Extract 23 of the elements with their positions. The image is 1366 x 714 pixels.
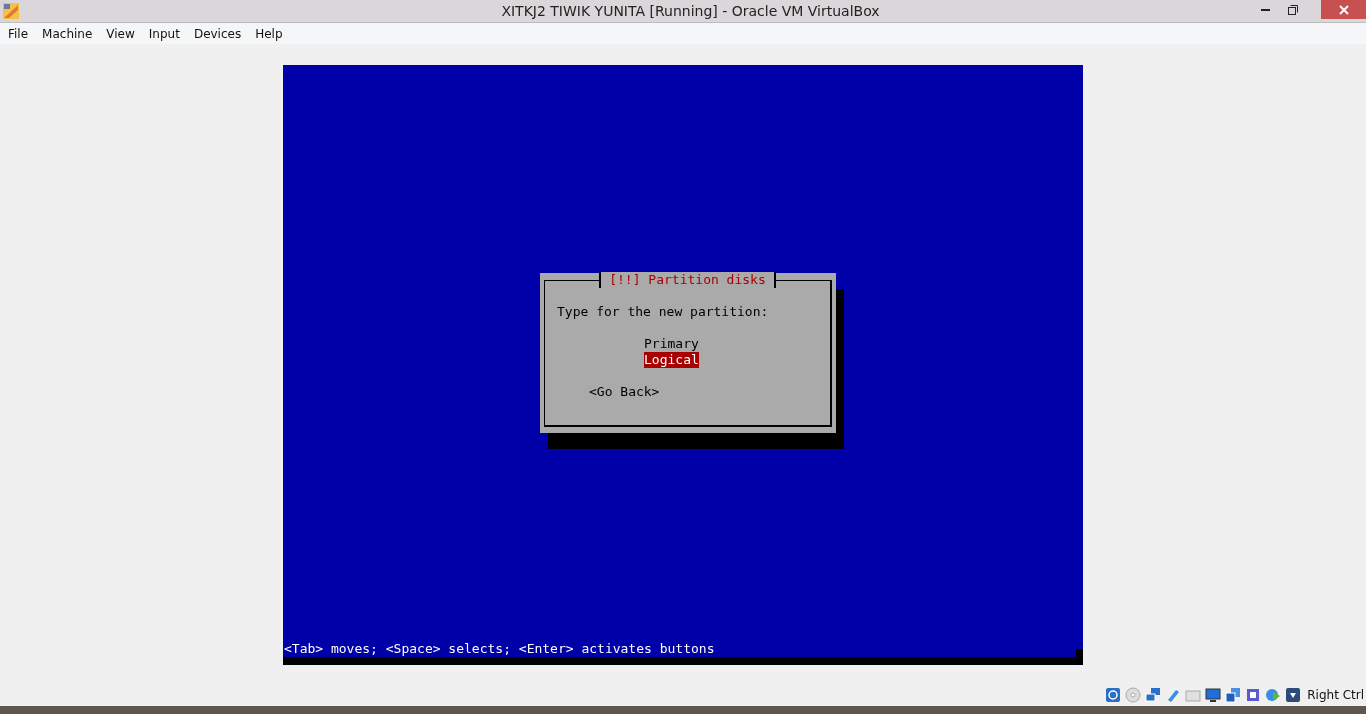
- capture-icon[interactable]: [1285, 687, 1302, 703]
- list-option[interactable]: Logical: [644, 352, 699, 368]
- close-button[interactable]: [1321, 0, 1366, 19]
- prompt-text: Type for the new partition:: [557, 304, 769, 320]
- close-icon: [1338, 4, 1349, 15]
- menu-item[interactable]: View: [100, 26, 141, 41]
- dialog-title: [!!] Partition disks: [599, 272, 776, 288]
- menu-item[interactable]: Machine: [36, 26, 99, 41]
- menu-item[interactable]: Help: [249, 26, 289, 41]
- windows-icon[interactable]: [1225, 687, 1242, 703]
- minimize-icon[interactable]: [1260, 8, 1270, 11]
- menu-item[interactable]: Devices: [187, 26, 248, 41]
- network-icon[interactable]: [1145, 687, 1162, 703]
- host-key-label: Right Ctrl: [1307, 688, 1364, 702]
- display-icon[interactable]: [1205, 687, 1222, 703]
- list-option[interactable]: Primary: [644, 336, 699, 352]
- restore-icon[interactable]: [1288, 4, 1298, 15]
- app-icon: [2, 2, 20, 20]
- hint-text: <Tab> moves; <Space> selects; <Enter> activates buttons: [283, 641, 715, 657]
- menu-item[interactable]: Input: [142, 26, 186, 41]
- go-back-button[interactable]: <Go Back>: [589, 384, 660, 400]
- window-title: XITKJ2 TIWIK YUNITA [Running] - Oracle VM VirtualBox: [501, 2, 880, 21]
- menu-item[interactable]: File: [2, 26, 35, 41]
